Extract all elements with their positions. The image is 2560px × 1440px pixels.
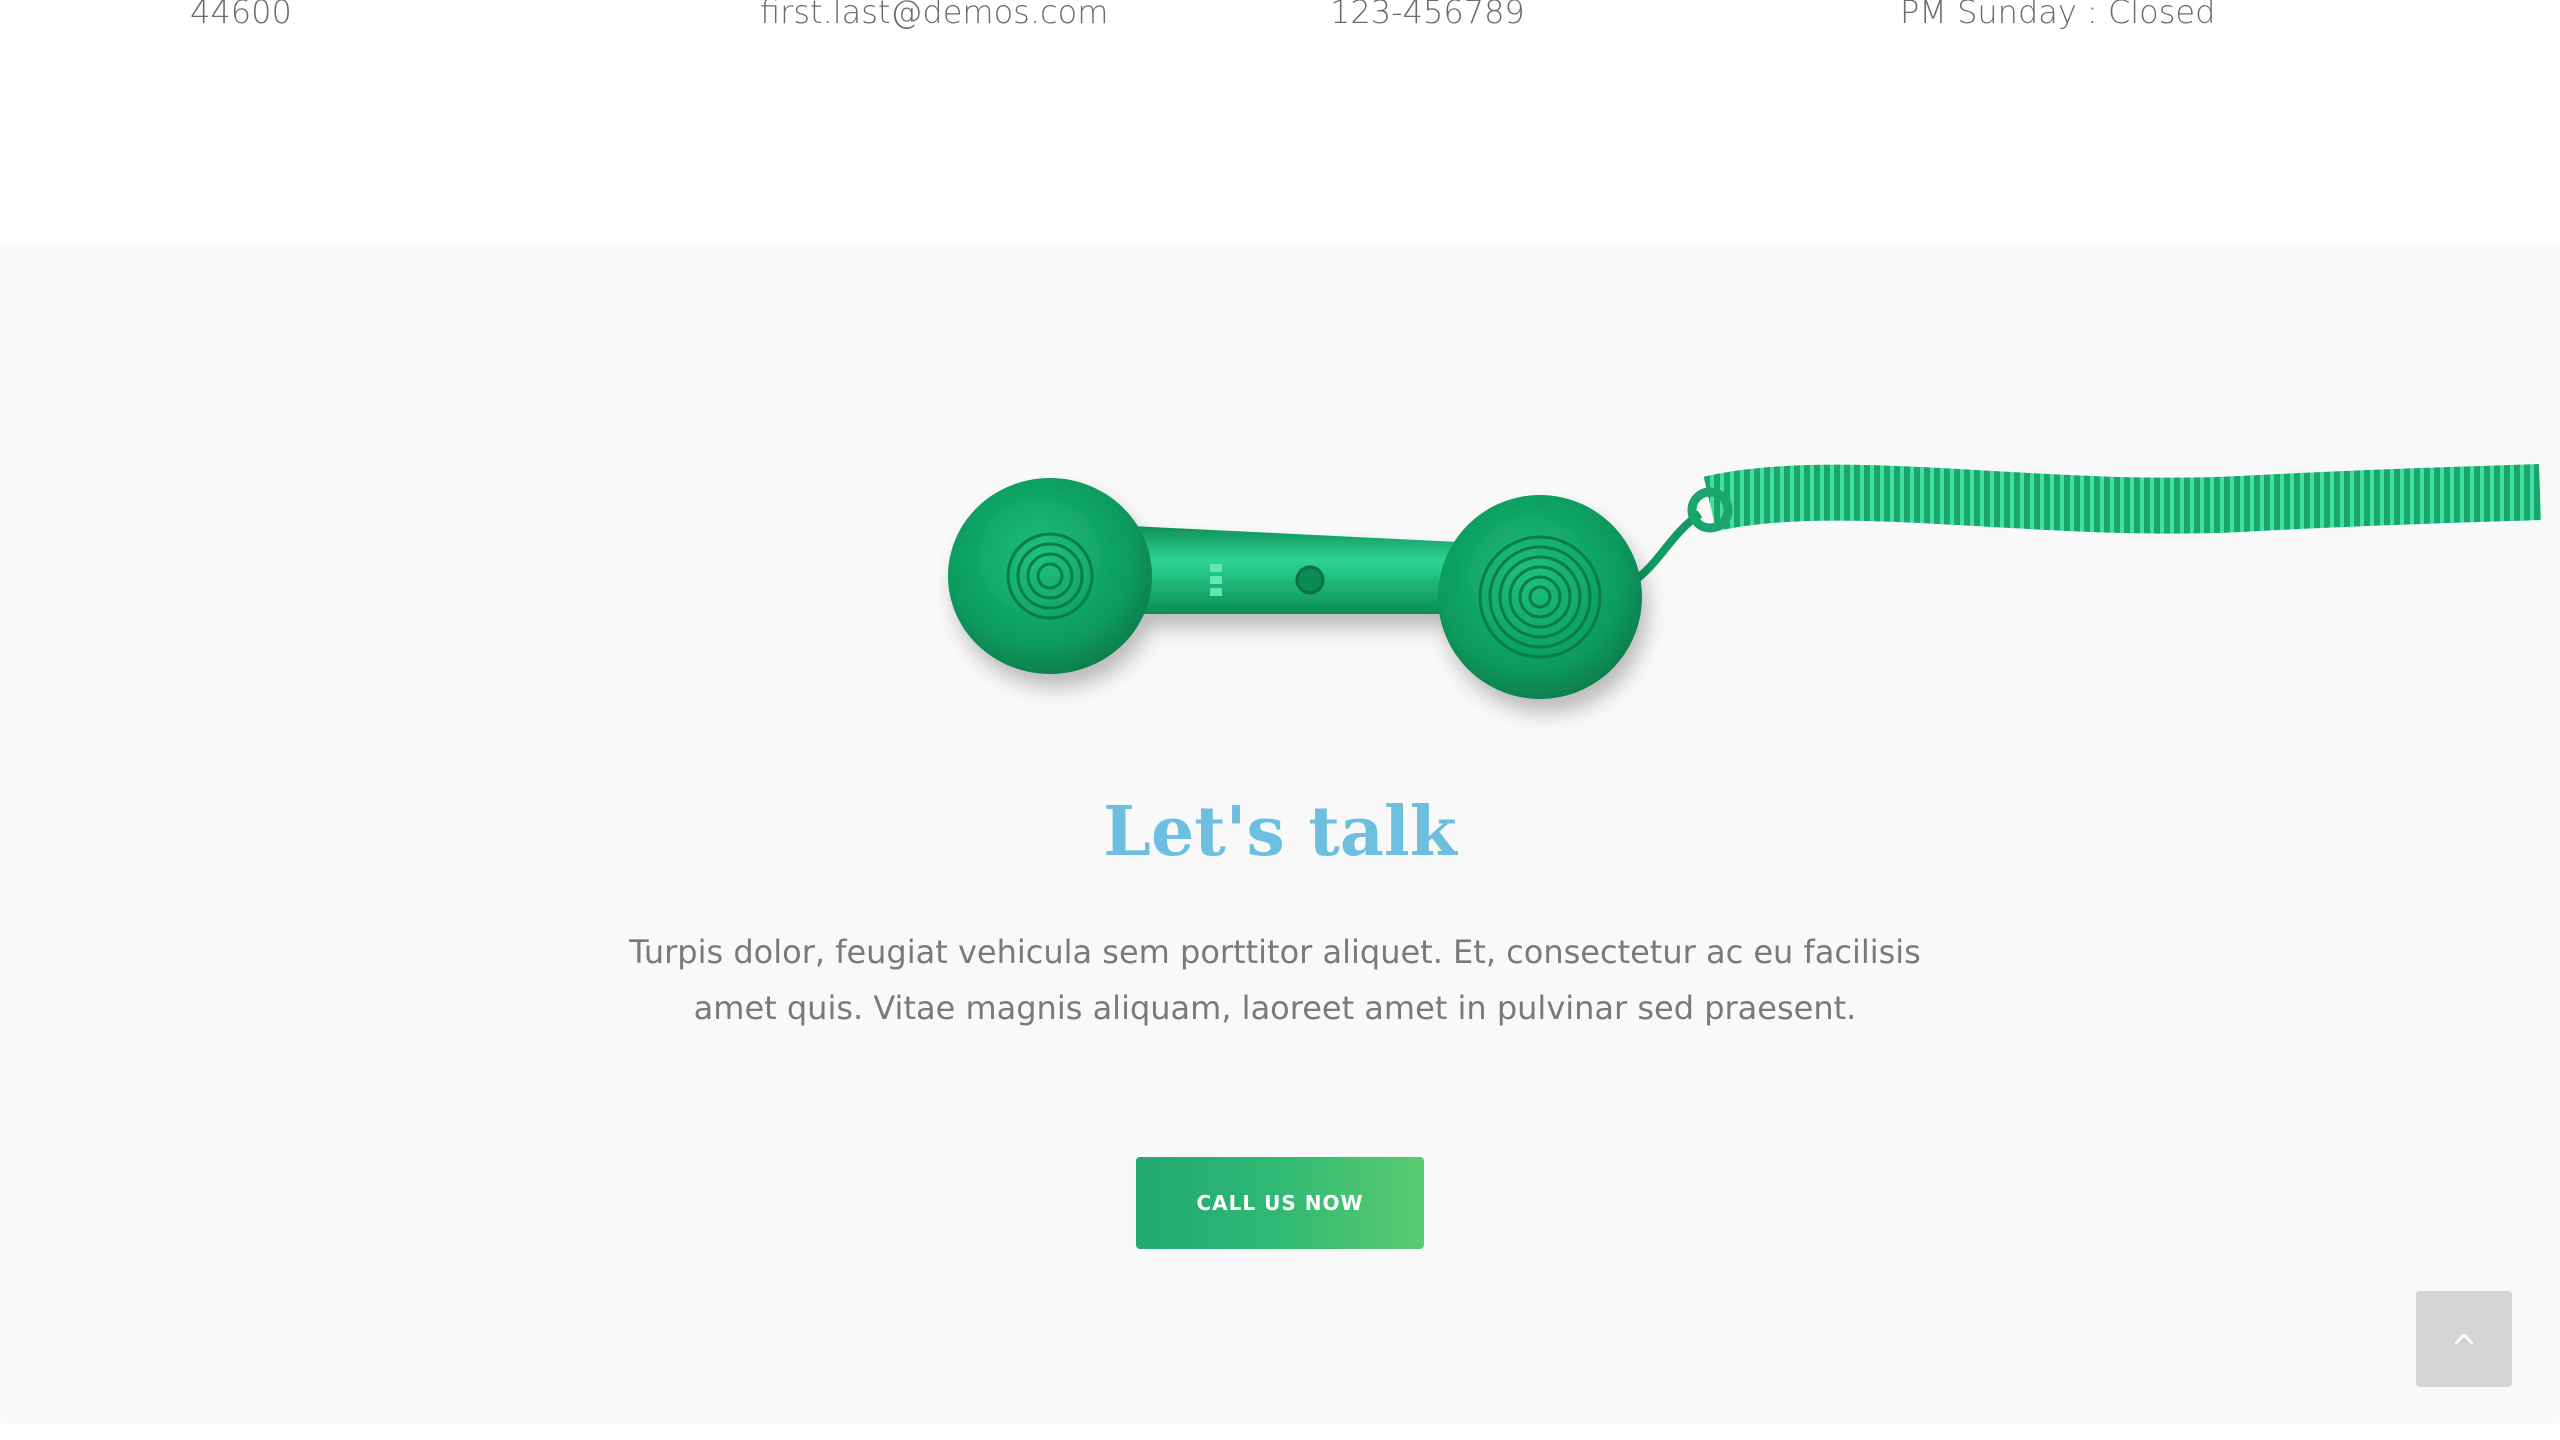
cta-description: Turpis dolor, feugiat vehicula sem portt… xyxy=(629,933,1921,1027)
chevron-up-icon xyxy=(2454,1333,2474,1345)
scroll-to-top-button[interactable] xyxy=(2416,1291,2512,1387)
contact-phone-value: 123-456789 xyxy=(1330,0,1525,31)
phone-handset-image xyxy=(948,464,2542,699)
call-us-now-button[interactable]: CALL US NOW xyxy=(1136,1157,1424,1249)
contact-info-strip: 44600 first.last@demos.com 123-456789 PM… xyxy=(0,0,2560,244)
contact-address-value: 44600 xyxy=(190,0,292,31)
page: 44600 first.last@demos.com 123-456789 PM… xyxy=(0,0,2560,1440)
contact-hours-value: PM Sunday : Closed xyxy=(1900,0,2216,31)
cta-title: Let's talk xyxy=(1103,792,1457,872)
contact-email-value: first.last@demos.com xyxy=(760,0,1109,31)
cta-section: Let's talk Turpis dolor, feugiat vehicul… xyxy=(0,244,2560,1424)
